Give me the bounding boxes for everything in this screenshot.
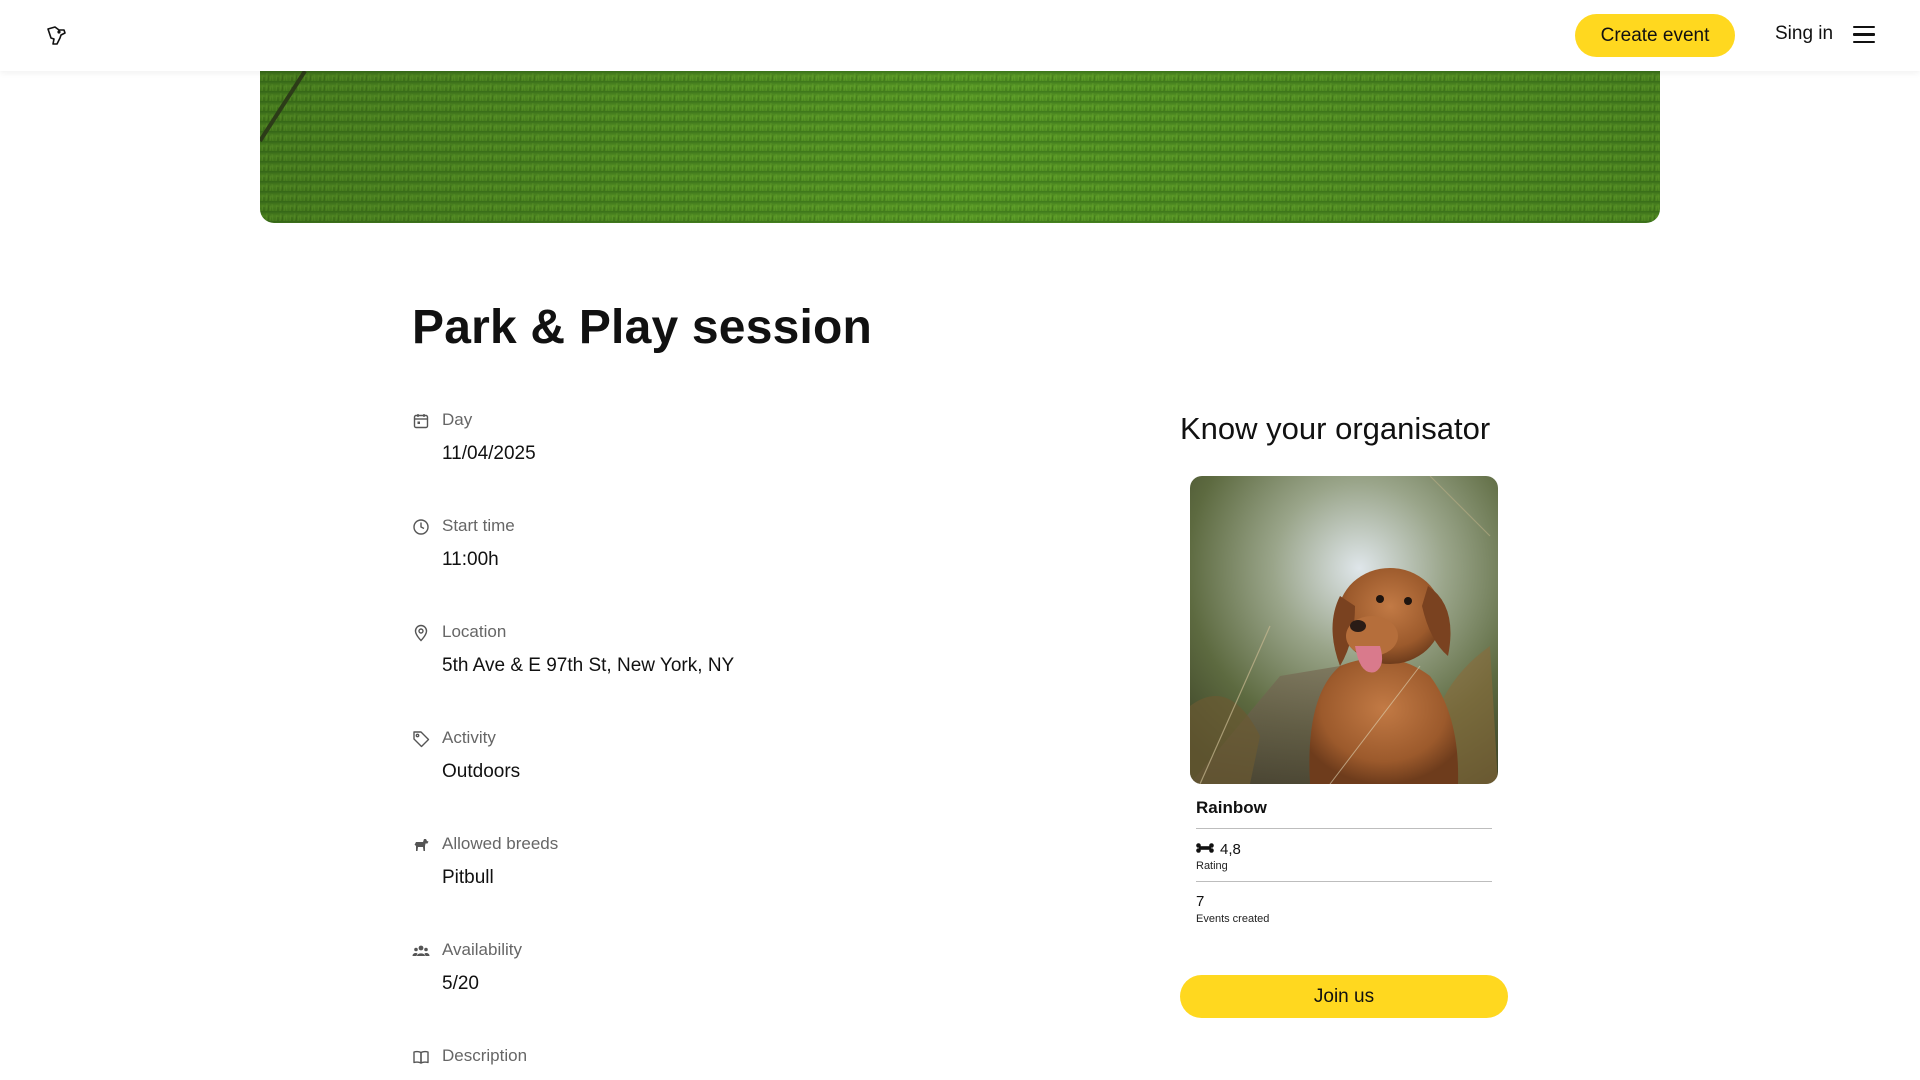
rating-value: 4,8 [1220, 840, 1241, 858]
divider [1196, 828, 1492, 829]
clock-icon [412, 518, 430, 536]
dog-icon [412, 836, 430, 854]
detail-value: 5/20 [442, 973, 479, 994]
detail-day: Day 11/04/2025 [412, 410, 1012, 490]
rating-label: Rating [1196, 860, 1228, 872]
detail-description: Description [412, 1046, 1012, 1080]
detail-start-time: Start time 11:00h [412, 516, 1012, 596]
top-nav-bar: Create event Sing in [0, 0, 1920, 71]
join-us-button[interactable]: Join us [1180, 975, 1508, 1018]
detail-availability: Availability 5/20 [412, 940, 1012, 1020]
hamburger-menu-icon[interactable] [1853, 26, 1877, 46]
tag-icon [412, 730, 430, 748]
divider [1196, 881, 1492, 882]
organizer-photo [1190, 476, 1498, 784]
detail-value: 5th Ave & E 97th St, New York, NY [442, 655, 735, 676]
detail-activity: Activity Outdoors [412, 728, 1012, 808]
detail-label: Day [442, 410, 473, 429]
detail-label: Allowed breeds [442, 834, 559, 853]
create-event-button[interactable]: Create event [1575, 14, 1735, 57]
event-title: Park & Play session [412, 301, 873, 354]
detail-value: Outdoors [442, 761, 521, 782]
detail-label: Location [442, 622, 507, 641]
detail-label: Start time [442, 516, 515, 535]
calendar-icon [412, 412, 430, 430]
dog-paw-logo-icon[interactable] [44, 24, 68, 48]
detail-label: Description [442, 1046, 528, 1065]
organizer-name: Rainbow [1196, 798, 1267, 817]
detail-label: Availability [442, 940, 523, 959]
sign-in-link[interactable]: Sing in [1775, 23, 1833, 45]
bone-icon [1196, 840, 1214, 858]
event-hero-image [260, 71, 1660, 223]
people-icon [412, 942, 430, 960]
organizer-heading: Know your organisator [1180, 411, 1491, 446]
detail-value: 11/04/2025 [442, 443, 536, 464]
organizer-rating: 4,8 [1196, 840, 1241, 858]
detail-value: 11:00h [442, 549, 499, 570]
detail-allowed-breeds: Allowed breeds Pitbull [412, 834, 1012, 914]
events-created-value: 7 [1196, 893, 1205, 910]
detail-value: Pitbull [442, 867, 494, 888]
events-created-label: Events created [1196, 913, 1270, 925]
detail-label: Activity [442, 728, 496, 747]
detail-location: Location 5th Ave & E 97th St, New York, … [412, 622, 1012, 702]
location-pin-icon [412, 624, 430, 642]
book-icon [412, 1048, 430, 1066]
